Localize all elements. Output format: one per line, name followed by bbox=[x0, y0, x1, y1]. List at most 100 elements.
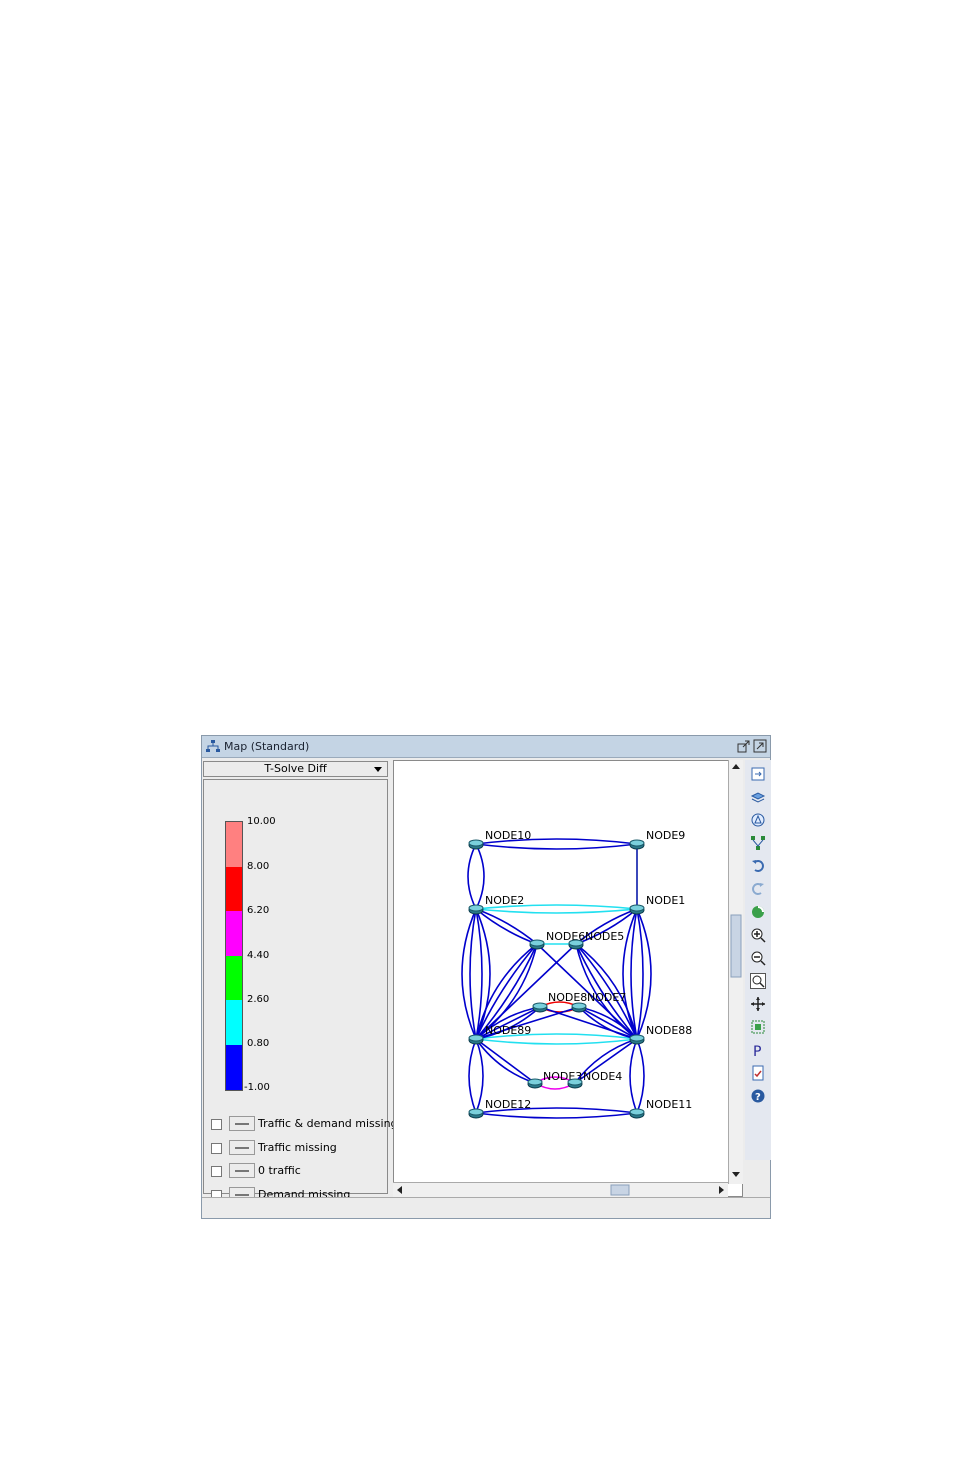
fit-icon[interactable] bbox=[750, 766, 766, 782]
network-link[interactable] bbox=[629, 1038, 638, 1114]
node-label: NODE88 bbox=[646, 1024, 692, 1037]
router-icon-top bbox=[529, 939, 545, 947]
refresh-icon[interactable] bbox=[750, 904, 766, 920]
minimize-icon[interactable] bbox=[737, 739, 751, 753]
color-scale bbox=[225, 821, 243, 1091]
router-icon-top bbox=[468, 904, 484, 912]
map-window: Map (Standard) T-Solve Diff 10.00 8.00 6… bbox=[201, 735, 771, 1219]
legend-panel: T-Solve Diff 10.00 8.00 6.20 4.40 2.60 0… bbox=[202, 760, 398, 1202]
horizontal-scrollbar[interactable] bbox=[393, 1182, 728, 1197]
layer-icon[interactable] bbox=[750, 789, 766, 805]
router-icon-top bbox=[468, 1034, 484, 1042]
network-node-node9[interactable]: NODE9 bbox=[629, 829, 685, 850]
checkbox-label: 0 traffic bbox=[258, 1164, 301, 1177]
node-label: NODE7 bbox=[587, 991, 626, 1004]
router-icon-top bbox=[527, 1078, 543, 1086]
network-link[interactable] bbox=[475, 908, 491, 1040]
zoom-fit-icon[interactable] bbox=[750, 973, 766, 989]
network-link[interactable] bbox=[467, 843, 477, 910]
router-icon-top bbox=[468, 1108, 484, 1116]
layout-icon[interactable] bbox=[750, 835, 766, 851]
hscroll-graphics bbox=[397, 1184, 724, 1196]
zoom-in-icon[interactable] bbox=[750, 927, 766, 943]
node-label: NODE11 bbox=[646, 1098, 692, 1111]
network-link[interactable] bbox=[468, 1038, 477, 1114]
scale-band-1 bbox=[226, 867, 242, 911]
vertical-scrollbar[interactable] bbox=[728, 760, 743, 1184]
chevron-down-icon bbox=[374, 767, 382, 772]
network-node-node1[interactable]: NODE1 bbox=[629, 894, 685, 915]
network-link[interactable] bbox=[475, 1038, 638, 1045]
scale-band-2 bbox=[226, 911, 242, 956]
network-link[interactable] bbox=[622, 908, 638, 1040]
network-link[interactable] bbox=[461, 908, 477, 1040]
node-label: NODE4 bbox=[583, 1070, 622, 1083]
map-toolbar: P ? bbox=[745, 760, 771, 1160]
checkbox[interactable] bbox=[211, 1119, 222, 1130]
zoom-out-icon[interactable] bbox=[750, 950, 766, 966]
scale-band-0 bbox=[226, 822, 242, 867]
node-label: NODE10 bbox=[485, 829, 531, 842]
status-bar bbox=[202, 1197, 770, 1218]
node-label: NODE2 bbox=[485, 894, 524, 907]
maximize-icon[interactable] bbox=[753, 739, 767, 753]
filter-icon[interactable] bbox=[750, 812, 766, 828]
router-icon-top bbox=[468, 839, 484, 847]
router-icon-top bbox=[567, 1078, 583, 1086]
scale-tick: -1.00 bbox=[244, 1082, 270, 1093]
legend-box: 10.00 8.00 6.20 4.40 2.60 0.80 -1.00 Tra… bbox=[203, 779, 398, 1202]
router-icon-top bbox=[629, 839, 645, 847]
router-icon-top bbox=[568, 939, 584, 947]
node-label: NODE1 bbox=[646, 894, 685, 907]
router-icon-top bbox=[629, 1034, 645, 1042]
node-label: NODE12 bbox=[485, 1098, 531, 1111]
network-link[interactable] bbox=[475, 1112, 638, 1119]
network-link[interactable] bbox=[636, 1038, 645, 1114]
node-label: NODE5 bbox=[585, 930, 624, 943]
checkbox[interactable] bbox=[211, 1166, 222, 1177]
scale-band-4 bbox=[226, 1000, 242, 1045]
node-label: NODE89 bbox=[485, 1024, 531, 1037]
svg-text:P: P bbox=[753, 1044, 761, 1058]
dropdown-value: T-Solve Diff bbox=[264, 762, 327, 775]
scale-band-5 bbox=[226, 1045, 242, 1090]
pan-icon[interactable] bbox=[750, 996, 766, 1012]
scale-tick: 6.20 bbox=[247, 905, 270, 916]
network-link[interactable] bbox=[469, 908, 477, 1040]
vscroll-graphics bbox=[730, 764, 742, 1177]
help-icon[interactable]: ? bbox=[750, 1088, 766, 1104]
title-bar: Map (Standard) bbox=[202, 736, 770, 758]
line-swatch bbox=[229, 1116, 255, 1131]
report-icon[interactable] bbox=[750, 1065, 766, 1081]
scale-tick: 2.60 bbox=[247, 994, 270, 1005]
properties-icon[interactable]: P bbox=[750, 1042, 766, 1058]
scale-tick: 0.80 bbox=[247, 1038, 270, 1049]
scale-tick: 10.00 bbox=[247, 816, 276, 827]
checkbox-label: Traffic & demand missing bbox=[258, 1117, 398, 1130]
view-dropdown[interactable]: T-Solve Diff bbox=[203, 761, 388, 777]
node-label: NODE8 bbox=[548, 991, 587, 1004]
network-link[interactable] bbox=[475, 843, 638, 850]
network-link[interactable] bbox=[636, 908, 652, 1040]
network-link[interactable] bbox=[475, 1038, 536, 1084]
network-link[interactable] bbox=[636, 908, 644, 1040]
checkbox-label: Traffic missing bbox=[258, 1141, 337, 1154]
select-icon[interactable] bbox=[750, 1019, 766, 1035]
scale-band-3 bbox=[226, 956, 242, 1000]
line-swatch bbox=[229, 1163, 255, 1178]
node-label: NODE9 bbox=[646, 829, 685, 842]
checkbox[interactable] bbox=[211, 1143, 222, 1154]
network-graph: NODE10 NODE9NODE2 NODE1NODE6 NODE5NODE8 NODE… bbox=[461, 829, 692, 1119]
network-link[interactable] bbox=[475, 1038, 484, 1114]
network-map-canvas[interactable]: NODE10 NODE9 NODE2 NODE1 NODE6 NODE5 NODE8 NODE… bbox=[393, 760, 743, 1197]
window-title: Map (Standard) bbox=[224, 740, 310, 753]
router-icon-top bbox=[532, 1002, 548, 1010]
undo-icon[interactable] bbox=[750, 858, 766, 874]
router-icon-top bbox=[629, 1108, 645, 1116]
network-link[interactable] bbox=[475, 908, 638, 914]
router-icon-top bbox=[629, 904, 645, 912]
network-link[interactable] bbox=[475, 843, 485, 910]
redo-icon[interactable] bbox=[750, 881, 766, 897]
scale-tick: 4.40 bbox=[247, 950, 270, 961]
line-swatch bbox=[229, 1140, 255, 1155]
